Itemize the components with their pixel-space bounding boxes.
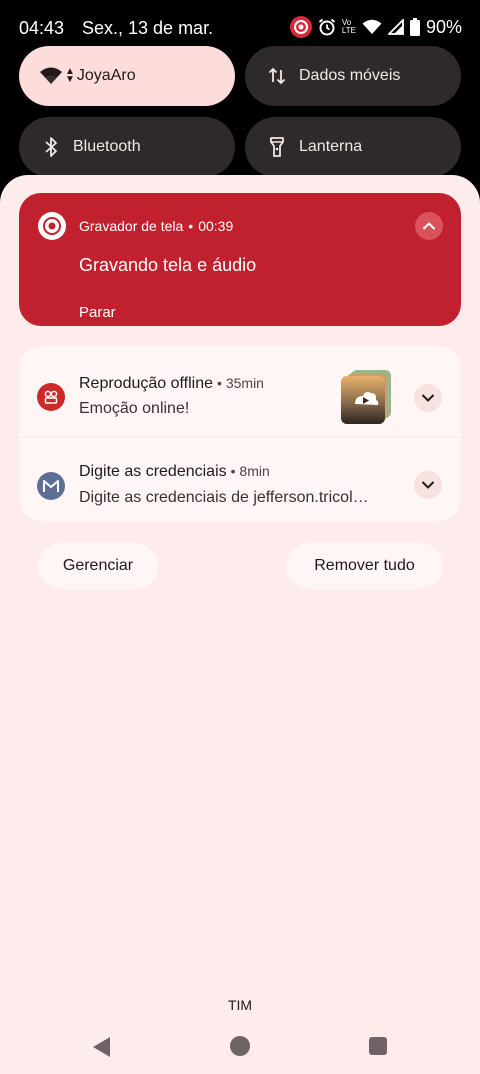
battery-percent: 90%	[425, 16, 462, 37]
flashlight-icon	[265, 135, 289, 159]
tile-bluetooth[interactable]: Bluetooth	[19, 117, 235, 177]
manage-button[interactable]: Gerenciar	[38, 543, 158, 589]
recents-button[interactable]	[369, 1037, 387, 1055]
status-date: Sex., 13 de mar.	[82, 18, 214, 38]
mail-icon	[37, 472, 65, 500]
notification-credentials[interactable]: Digite as credenciais • 8min Digite as cr…	[19, 438, 461, 521]
battery-icon	[409, 18, 420, 36]
notification-header: Digite as credenciais • 8min	[79, 463, 270, 480]
status-bar: 04:43 Sex., 13 de mar. Vo LTE 90%	[0, 0, 480, 40]
tile-mobile-data-label: Dados móveis	[299, 67, 401, 84]
tile-flashlight[interactable]: Lanterna	[245, 117, 461, 177]
chevron-up-icon	[422, 222, 436, 230]
signal-icon	[387, 19, 404, 35]
tile-wifi[interactable]: ▲ ▼ JoyaAro	[19, 46, 235, 106]
screen-recording-notification[interactable]: Gravador de tela • 00:39 Gravando tela e á…	[19, 193, 461, 326]
screen-recorder-app-icon	[38, 212, 66, 240]
offline-playback-icon	[37, 383, 65, 411]
tile-wifi-label: JoyaAro	[76, 67, 136, 84]
wifi-icon	[362, 19, 382, 35]
tile-flashlight-label: Lanterna	[299, 138, 363, 155]
collapse-button[interactable]	[415, 212, 443, 240]
recording-title: Gravando tela e áudio	[79, 255, 257, 275]
notification-header: Reprodução offline • 35min	[79, 375, 264, 392]
status-time: 04:43	[19, 18, 65, 38]
chevron-down-icon	[421, 394, 435, 402]
volte-bottom-label: LTE	[341, 26, 356, 35]
recording-elapsed: 00:39	[198, 218, 234, 234]
tile-mobile-data[interactable]: Dados móveis	[245, 46, 461, 106]
wifi-icon	[39, 64, 63, 88]
screen-record-icon	[289, 16, 312, 38]
tile-bluetooth-label: Bluetooth	[73, 138, 141, 155]
back-button[interactable]	[92, 1036, 112, 1063]
notification-app-name: Digite as credenciais	[79, 463, 227, 480]
mobile-data-icon	[265, 64, 289, 88]
stop-recording-button[interactable]: Parar	[79, 304, 116, 321]
expand-notification-button[interactable]	[414, 471, 442, 499]
alarm-icon	[318, 18, 336, 36]
wifi-data-arrows-icon: ▲ ▼	[65, 66, 75, 85]
recording-app-name: Gravador de tela	[79, 218, 184, 234]
notification-time: 8min	[239, 463, 270, 479]
status-icons: Vo LTE 90%	[289, 16, 462, 38]
notification-text: Emoção online!	[79, 400, 190, 417]
bluetooth-icon	[39, 135, 63, 159]
notification-text: Digite as credenciais de jefferson.trico…	[79, 489, 369, 506]
notification-offline-playback[interactable]: Reprodução offline • 35min Emoção online!	[19, 346, 461, 436]
chevron-down-icon	[421, 481, 435, 489]
carrier-label: TIM	[227, 997, 253, 1013]
back-triangle-icon	[93, 1037, 110, 1057]
notification-group: Reprodução offline • 35min Emoção online!…	[19, 346, 461, 521]
home-button[interactable]	[230, 1036, 250, 1056]
recording-header: Gravador de tela • 00:39	[79, 218, 234, 234]
notification-time: 35min	[225, 375, 264, 391]
notification-app-name: Reprodução offline	[79, 375, 214, 392]
video-thumbnail	[341, 370, 393, 424]
clear-all-button[interactable]: Remover tudo	[286, 543, 443, 589]
expand-notification-button[interactable]	[414, 384, 442, 412]
volte-icon: Vo LTE	[342, 19, 356, 35]
